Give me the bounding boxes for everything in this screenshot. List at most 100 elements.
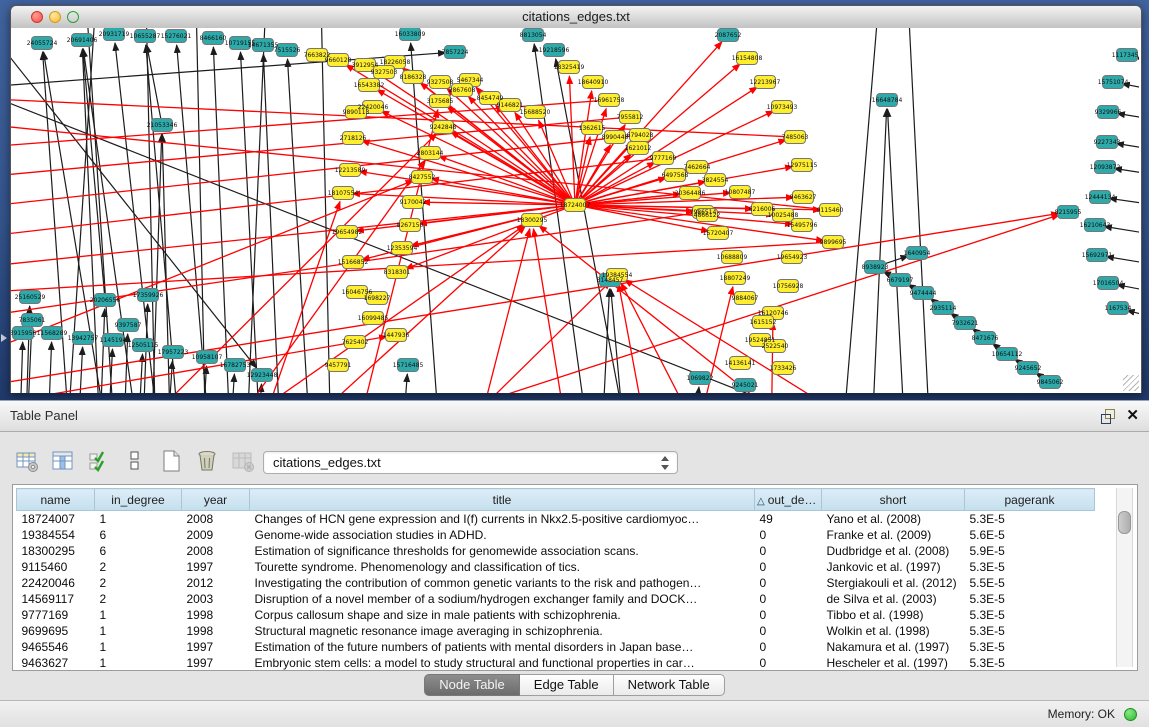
table-settings-icon[interactable]: [14, 448, 40, 474]
table-cell[interactable]: 18724007: [17, 511, 95, 528]
table-cell[interactable]: 5.3E-5: [965, 607, 1095, 623]
table-cell[interactable]: 5.5E-5: [965, 575, 1095, 591]
table-cell[interactable]: Estimation of the future numbers of pati…: [250, 639, 755, 655]
table-cell[interactable]: 2008: [182, 511, 250, 528]
column-header-title[interactable]: title: [250, 489, 755, 511]
graph-edge[interactable]: [401, 374, 407, 393]
graph-edge[interactable]: [871, 109, 887, 393]
table-cell[interactable]: 2: [95, 591, 182, 607]
table-cell[interactable]: 1: [95, 607, 182, 623]
graph-edge[interactable]: [619, 284, 651, 393]
table-cell[interactable]: Changes of HCN gene expression and I(f) …: [250, 511, 755, 528]
table-cell[interactable]: 2008: [182, 543, 250, 559]
column-header-out_degree[interactable]: △out_de…: [755, 489, 822, 511]
table-cell[interactable]: 5.3E-5: [965, 559, 1095, 575]
column-header-name[interactable]: name: [17, 489, 95, 511]
table-cell[interactable]: 9465546: [17, 639, 95, 655]
column-header-in_degree[interactable]: in_degree: [95, 489, 182, 511]
graph-edge[interactable]: [771, 322, 773, 393]
column-header-year[interactable]: year: [182, 489, 250, 511]
graph-edge[interactable]: [431, 281, 611, 393]
graph-edge[interactable]: [362, 141, 569, 203]
table-cell[interactable]: Hescheler et al. (1997): [822, 655, 965, 671]
table-cell[interactable]: 1998: [182, 607, 250, 623]
table-cell[interactable]: 9115460: [17, 559, 95, 575]
table-cell[interactable]: 1: [95, 623, 182, 639]
table-row[interactable]: 969969511998Structural magnetic resonanc…: [17, 623, 1095, 639]
table-cell[interactable]: 0: [755, 543, 822, 559]
table-cell[interactable]: Franke et al. (2009): [822, 527, 965, 543]
table-cell[interactable]: 22420046: [17, 575, 95, 591]
table-cell[interactable]: 0: [755, 655, 822, 671]
table-cell[interactable]: 1: [95, 655, 182, 671]
table-cell[interactable]: 5.6E-5: [965, 527, 1095, 543]
table-cell[interactable]: 9699695: [17, 623, 95, 639]
table-cell[interactable]: Wolkin et al. (1998): [822, 623, 965, 639]
tab-edge-table[interactable]: Edge Table: [520, 674, 614, 696]
table-cell[interactable]: 1997: [182, 639, 250, 655]
graph-edge[interactable]: [321, 28, 331, 393]
table-cell[interactable]: 0: [755, 607, 822, 623]
table-cell[interactable]: 2: [95, 559, 182, 575]
table-cell[interactable]: Estimation of significance thresholds fo…: [250, 543, 755, 559]
table-cell[interactable]: Embryonic stem cells: a model to study s…: [250, 655, 755, 671]
table-cell[interactable]: 2: [95, 575, 182, 591]
table-cell[interactable]: 9777169: [17, 607, 95, 623]
table-cell[interactable]: 5.3E-5: [965, 591, 1095, 607]
table-cell[interactable]: 0: [755, 559, 822, 575]
table-cell[interactable]: 1: [95, 511, 182, 528]
table-row[interactable]: 946554611997Estimation of the future num…: [17, 639, 1095, 655]
table-selector-combobox[interactable]: citations_edges.txt: [263, 451, 678, 474]
table-cell[interactable]: Disruption of a novel member of a sodium…: [250, 591, 755, 607]
graph-edge[interactable]: [11, 180, 414, 358]
table-cell[interactable]: 18300295: [17, 543, 95, 559]
graph-edge[interactable]: [11, 242, 826, 293]
table-cell[interactable]: de Silva et al. (2003): [822, 591, 965, 607]
table-cell[interactable]: 5.3E-5: [965, 511, 1095, 528]
table-cell[interactable]: Stergiakouli et al. (2012): [822, 575, 965, 591]
table-cell[interactable]: Investigating the contribution of common…: [250, 575, 755, 591]
table-cell[interactable]: 5.3E-5: [965, 655, 1095, 671]
table-row[interactable]: 946362711997Embryonic stem cells: a mode…: [17, 655, 1095, 671]
close-panel-icon[interactable]: ✕: [1126, 406, 1139, 426]
panel-collapse-arrow-icon[interactable]: [1, 334, 7, 342]
table-cell[interactable]: 0: [755, 639, 822, 655]
table-cell[interactable]: 14569117: [17, 591, 95, 607]
table-cell[interactable]: 0: [755, 623, 822, 639]
table-row[interactable]: 1938455462009Genome-wide association stu…: [17, 527, 1095, 543]
graph-edge[interactable]: [908, 28, 931, 393]
table-cell[interactable]: 49: [755, 511, 822, 528]
scrollbar-thumb[interactable]: [1118, 511, 1131, 534]
table-cell[interactable]: Tibbo et al. (1998): [822, 607, 965, 623]
table-cell[interactable]: 1: [95, 639, 182, 655]
table-row[interactable]: 1456911722003Disruption of a novel membe…: [17, 591, 1095, 607]
vertical-scrollbar[interactable]: [1116, 488, 1133, 667]
table-row[interactable]: 2242004622012Investigating the contribut…: [17, 575, 1095, 591]
table-cell[interactable]: 1997: [182, 559, 250, 575]
row-height-icon[interactable]: [122, 448, 148, 474]
delete-column-icon[interactable]: [194, 448, 220, 474]
table-cell[interactable]: Genome-wide association studies in ADHD.: [250, 527, 755, 543]
graph-edge[interactable]: [11, 98, 788, 137]
graph-edge[interactable]: [137, 354, 143, 393]
column-header-pagerank[interactable]: pagerank: [965, 489, 1095, 511]
table-cell[interactable]: Yano et al. (2008): [822, 511, 965, 528]
graph-edge[interactable]: [177, 45, 211, 393]
table-row[interactable]: 977716911998Corpus callosum shape and si…: [17, 607, 1095, 623]
tab-network-table[interactable]: Network Table: [614, 674, 725, 696]
graph-edge[interactable]: [11, 118, 623, 178]
graph-edge[interactable]: [229, 374, 234, 393]
table-cell[interactable]: 5.3E-5: [965, 623, 1095, 639]
table-cell[interactable]: Jankovic et al. (1997): [822, 559, 965, 575]
column-header-short[interactable]: short: [822, 489, 965, 511]
table-cell[interactable]: 0: [755, 591, 822, 607]
graph-edge[interactable]: [99, 309, 105, 393]
table-cell[interactable]: 19384554: [17, 527, 95, 543]
memory-status-icon[interactable]: [1124, 708, 1137, 721]
float-window-icon[interactable]: [1101, 409, 1115, 423]
graph-edge[interactable]: [534, 229, 572, 393]
table-cell[interactable]: 6: [95, 543, 182, 559]
graph-edge[interactable]: [47, 342, 52, 393]
table-row[interactable]: 1830029562008Estimation of significance …: [17, 543, 1095, 559]
window-resize-grip[interactable]: [1123, 375, 1139, 391]
